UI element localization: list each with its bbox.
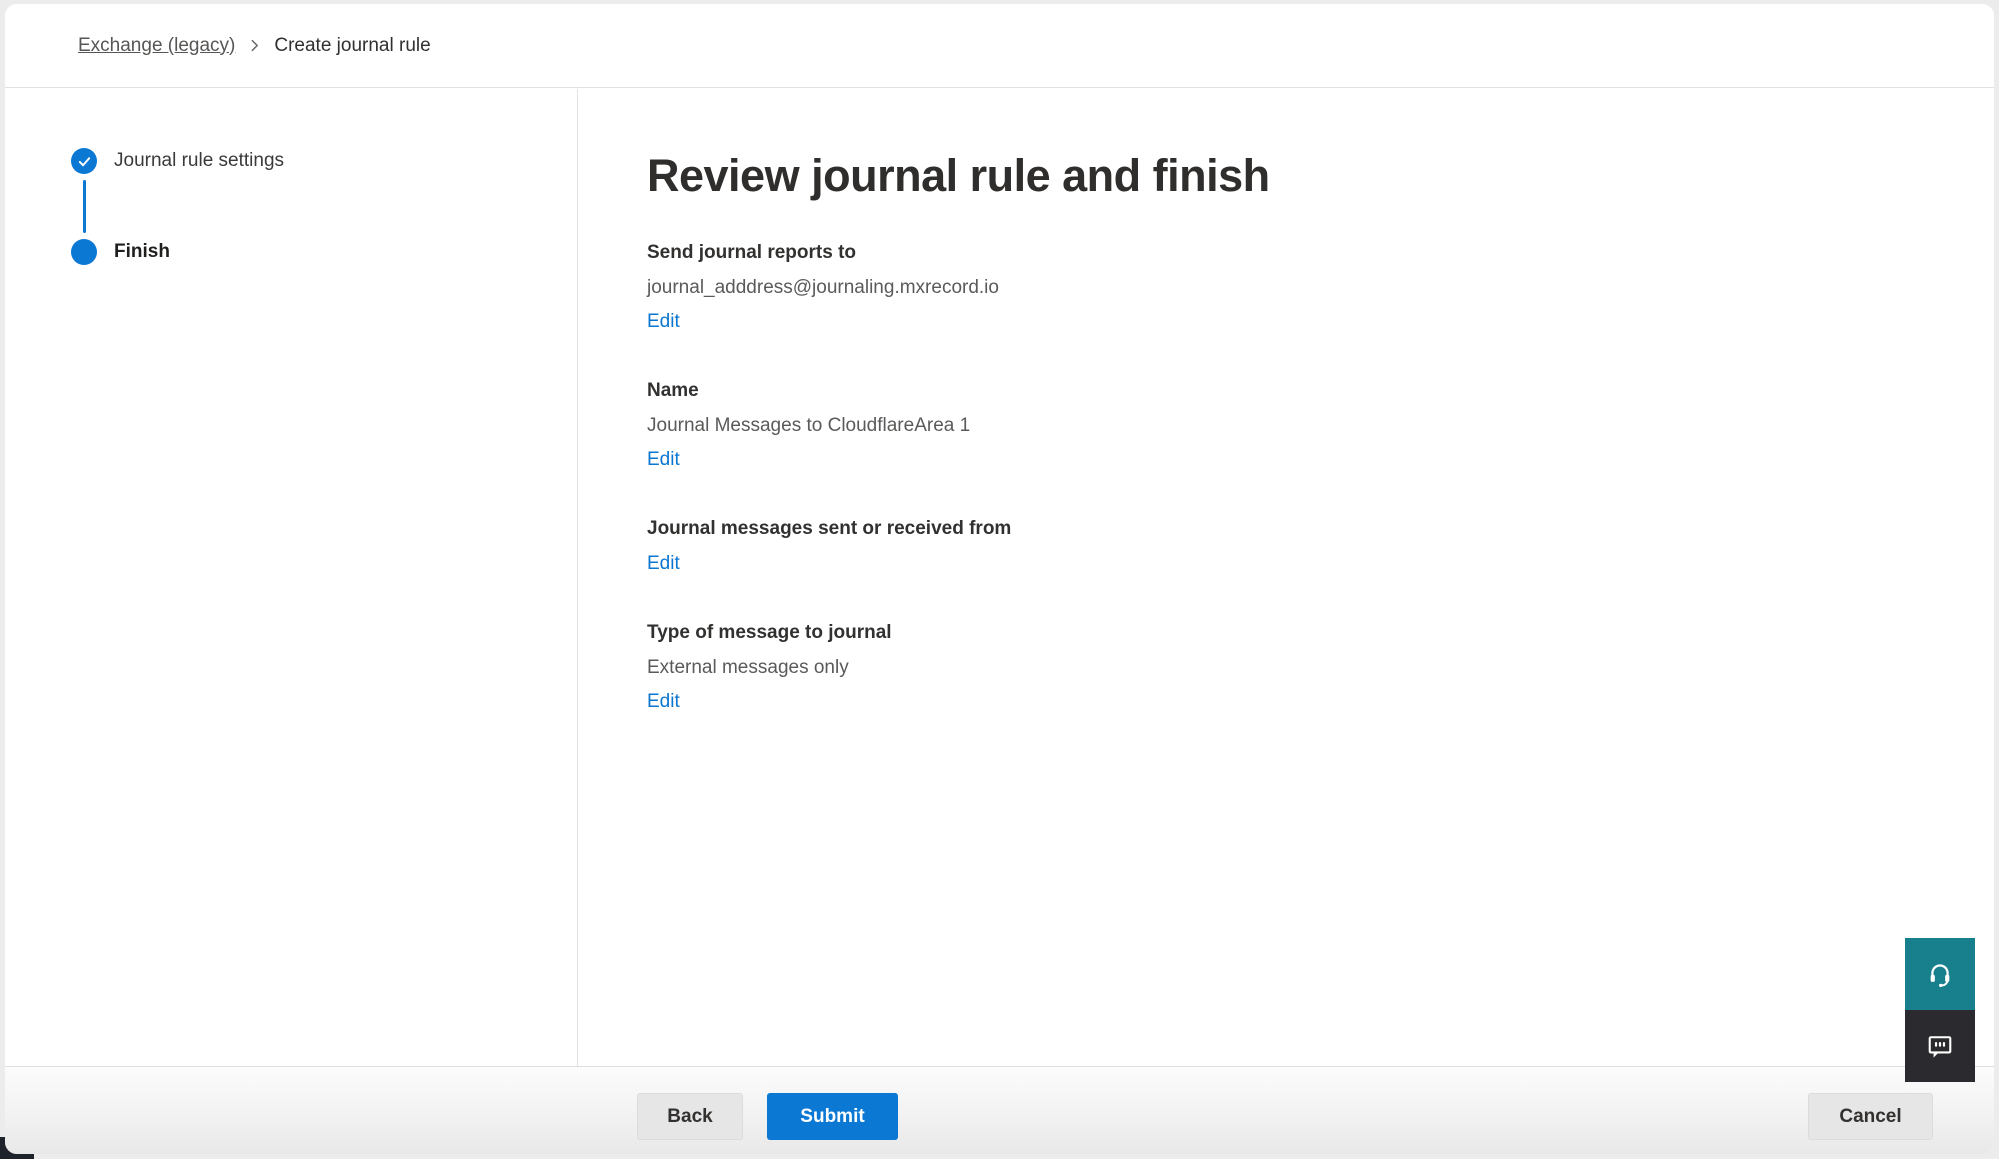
review-section: Journal messages sent or received from Ed…: [647, 515, 1914, 577]
top-bar: Exchange (legacy) Create journal rule: [5, 4, 1994, 88]
edit-link[interactable]: Edit: [647, 688, 680, 715]
wizard-step-finish[interactable]: Finish: [71, 239, 577, 265]
section-label: Send journal reports to: [647, 239, 1914, 266]
help-button[interactable]: [1905, 938, 1975, 1010]
review-sections: Send journal reports to journal_adddress@…: [647, 239, 1914, 715]
review-section: Send journal reports to journal_adddress@…: [647, 239, 1914, 335]
page-title: Review journal rule and finish: [647, 147, 1914, 205]
main-content: Review journal rule and finish Send jour…: [579, 89, 1994, 1066]
footer-action-bar: Back Submit Cancel: [5, 1066, 1994, 1154]
headset-icon: [1926, 960, 1954, 988]
breadcrumb-create-journal-rule: Create journal rule: [274, 35, 430, 57]
section-label: Type of message to journal: [647, 619, 1914, 646]
breadcrumb: Exchange (legacy) Create journal rule: [78, 35, 431, 57]
edit-link[interactable]: Edit: [647, 308, 680, 335]
back-button[interactable]: Back: [637, 1093, 743, 1140]
feedback-button[interactable]: [1905, 1010, 1975, 1082]
chevron-right-icon: [248, 39, 261, 52]
breadcrumb-exchange-legacy[interactable]: Exchange (legacy): [78, 35, 235, 57]
edit-link[interactable]: Edit: [647, 550, 680, 577]
section-value: Journal Messages to CloudflareArea 1: [647, 412, 1914, 439]
check-icon: [71, 148, 97, 174]
wizard-step-journal-rule-settings[interactable]: Journal rule settings: [71, 148, 577, 174]
section-label: Journal messages sent or received from: [647, 515, 1914, 542]
section-value: External messages only: [647, 654, 1914, 681]
review-section: Type of message to journal External messa…: [647, 619, 1914, 715]
submit-button[interactable]: Submit: [767, 1093, 898, 1140]
chat-icon: [1926, 1032, 1954, 1060]
admin-center-window: Exchange (legacy) Create journal rule Jo…: [5, 4, 1994, 1154]
edit-link[interactable]: Edit: [647, 446, 680, 473]
review-section: Name Journal Messages to CloudflareArea 1…: [647, 377, 1914, 473]
dot-icon: [71, 239, 97, 265]
wizard-step-connector: [83, 180, 86, 233]
section-label: Name: [647, 377, 1914, 404]
wizard-step-label: Journal rule settings: [114, 148, 284, 174]
wizard-step-label: Finish: [114, 239, 170, 265]
assist-button-stack: [1905, 938, 1975, 1082]
cancel-button[interactable]: Cancel: [1808, 1093, 1933, 1140]
section-value: journal_adddress@journaling.mxrecord.io: [647, 274, 1914, 301]
wizard-step-panel: Journal rule settings Finish: [5, 89, 578, 1066]
